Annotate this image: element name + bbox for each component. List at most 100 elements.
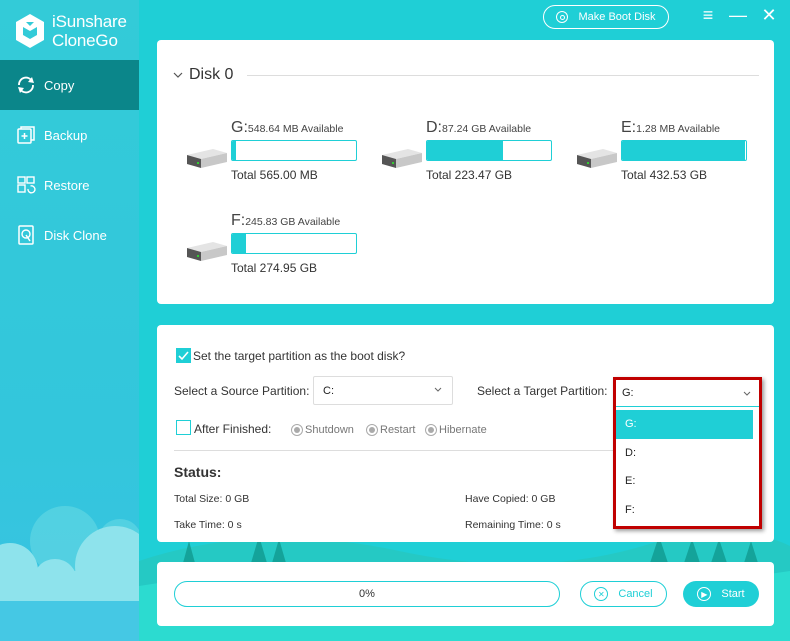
disk-title: Disk 0 xyxy=(189,66,234,83)
backup-icon xyxy=(15,124,37,146)
partition-total: Total 565.00 MB xyxy=(231,168,318,182)
cancel-button[interactable]: ✕ Cancel xyxy=(580,581,667,607)
sidebar: iSunshare CloneGo Copy Backup Restore Di… xyxy=(0,0,139,641)
disk-clone-icon xyxy=(15,224,37,246)
hard-drive-icon xyxy=(577,149,617,168)
partition-available: 87.24 GB Available xyxy=(442,123,532,135)
usage-bar xyxy=(621,140,747,161)
checkmark-icon xyxy=(178,351,189,361)
make-boot-disk-label: Make Boot Disk xyxy=(578,11,656,23)
partition-letter: D: xyxy=(426,119,442,136)
chevron-down-icon xyxy=(173,72,183,78)
boot-disk-label: Set the target partition as the boot dis… xyxy=(193,349,406,363)
dropdown-option-g[interactable]: G: xyxy=(616,410,753,439)
menu-button[interactable]: ≡ xyxy=(698,4,718,26)
after-finished-checkbox[interactable] xyxy=(176,420,191,435)
status-title: Status: xyxy=(174,464,222,480)
target-partition-select[interactable]: G: xyxy=(616,380,759,407)
radio-dot xyxy=(291,424,303,436)
sidebar-item-label: Restore xyxy=(44,177,90,193)
app-name-line2: CloneGo xyxy=(52,31,118,50)
radio-hibernate[interactable]: Hibernate xyxy=(425,424,487,436)
total-size: Total Size: 0 GB xyxy=(174,493,250,505)
usage-fill xyxy=(232,141,236,160)
partition-e[interactable]: E:1.28 MB Available Total 432.53 GB xyxy=(573,119,763,189)
restore-icon xyxy=(15,174,37,196)
source-partition-value: C: xyxy=(323,384,334,397)
usage-bar xyxy=(231,140,357,161)
dropdown-option-f[interactable]: F: xyxy=(616,496,753,525)
remaining-time: Remaining Time: 0 s xyxy=(465,519,561,531)
status-divider xyxy=(174,450,619,451)
hard-drive-icon xyxy=(187,242,227,261)
sidebar-item-disk-clone[interactable]: Disk Clone xyxy=(0,210,139,260)
partition-letter: G: xyxy=(231,119,248,136)
clouds-illustration xyxy=(0,506,139,641)
partition-total: Total 274.95 GB xyxy=(231,261,318,275)
partition-f[interactable]: F:245.83 GB Available Total 274.95 GB xyxy=(183,212,373,282)
action-panel: 0% ✕ Cancel ▶ Start xyxy=(157,562,774,626)
make-boot-disk-button[interactable]: Make Boot Disk xyxy=(543,5,669,29)
usage-fill xyxy=(232,234,246,253)
partition-letter: E: xyxy=(621,119,637,136)
have-copied: Have Copied: 0 GB xyxy=(465,493,556,505)
partition-d[interactable]: D:87.24 GB Available Total 223.47 GB xyxy=(378,119,568,189)
partition-total: Total 223.47 GB xyxy=(426,168,513,182)
usage-fill xyxy=(427,141,503,160)
radio-restart[interactable]: Restart xyxy=(366,424,415,436)
sidebar-item-label: Backup xyxy=(44,127,88,143)
dropdown-option-e[interactable]: E: xyxy=(616,467,753,496)
start-button[interactable]: ▶ Start xyxy=(683,581,759,607)
target-partition-dropdown[interactable]: G: G: D: E: F: xyxy=(613,377,762,529)
minimize-button[interactable]: — xyxy=(728,4,748,26)
radio-shutdown[interactable]: Shutdown xyxy=(291,424,354,436)
radio-dot xyxy=(366,424,378,436)
hard-drive-icon xyxy=(382,149,422,168)
cancel-label: Cancel xyxy=(618,588,653,600)
app-logo: iSunshare CloneGo xyxy=(14,12,127,50)
sidebar-item-restore[interactable]: Restore xyxy=(0,160,139,210)
usage-bar xyxy=(231,233,357,254)
radio-dot xyxy=(425,424,437,436)
clonego-logo-icon xyxy=(16,14,44,48)
disk-panel: Disk 0 G:548.64 MB Available Total 565.0… xyxy=(157,40,774,304)
disc-icon xyxy=(556,11,569,23)
copy-sync-icon xyxy=(15,74,37,96)
play-icon: ▶ xyxy=(697,587,712,601)
chevron-down-icon xyxy=(434,387,442,392)
close-button[interactable]: ✕ xyxy=(759,4,779,26)
take-time: Take Time: 0 s xyxy=(174,519,242,531)
partition-available: 245.83 GB Available xyxy=(245,216,341,228)
sidebar-item-backup[interactable]: Backup xyxy=(0,110,139,160)
hard-drive-icon xyxy=(187,149,227,168)
target-partition-options: G: D: E: F: xyxy=(616,410,753,524)
radio-label: Restart xyxy=(380,424,416,436)
source-partition-label: Select a Source Partition: xyxy=(174,384,310,398)
boot-disk-checkbox[interactable] xyxy=(176,348,191,363)
after-finished-label: After Finished: xyxy=(194,422,272,436)
target-partition-value: G: xyxy=(622,387,634,399)
partition-available: 548.64 MB Available xyxy=(247,123,344,135)
partition-letter: F: xyxy=(231,212,246,229)
sidebar-item-label: Copy xyxy=(44,77,75,93)
cancel-x-icon: ✕ xyxy=(594,587,609,601)
partition-available: 1.28 MB Available xyxy=(636,123,720,135)
start-label: Start xyxy=(721,588,745,600)
sidebar-item-copy[interactable]: Copy xyxy=(0,60,139,110)
dropdown-option-d[interactable]: D: xyxy=(616,439,753,468)
sidebar-item-label: Disk Clone xyxy=(44,227,107,243)
radio-label: Shutdown xyxy=(305,424,354,436)
disk-header[interactable]: Disk 0 xyxy=(173,66,759,84)
progress-text: 0% xyxy=(359,588,375,600)
progress-bar: 0% xyxy=(174,581,560,607)
source-partition-select[interactable]: C: xyxy=(313,376,453,405)
app-name-line1: iSunshare xyxy=(52,12,127,31)
radio-label: Hibernate xyxy=(439,424,487,436)
usage-bar xyxy=(426,140,552,161)
partition-g[interactable]: G:548.64 MB Available Total 565.00 MB xyxy=(183,119,373,189)
usage-fill xyxy=(622,141,745,160)
disk-divider xyxy=(247,74,759,76)
chevron-down-icon xyxy=(743,391,751,396)
partition-total: Total 432.53 GB xyxy=(621,168,708,182)
target-partition-label: Select a Target Partition: xyxy=(477,384,608,398)
